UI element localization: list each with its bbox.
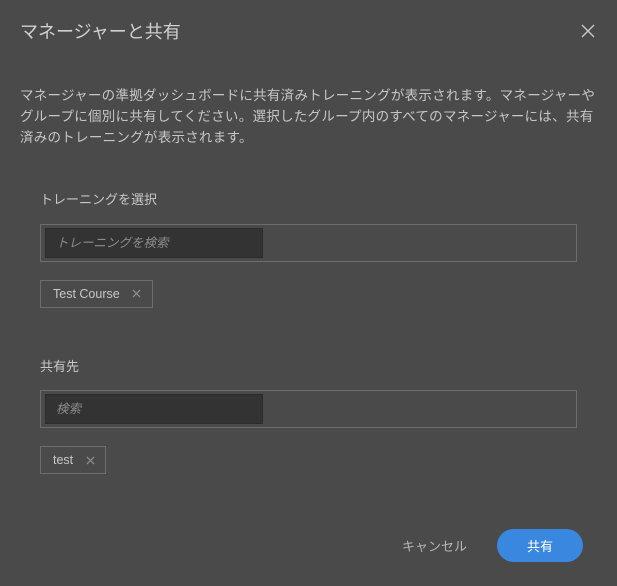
share-with-managers-dialog: マネージャーと共有 マネージャーの準拠ダッシュボードに共有済みトレーニングが表示…: [0, 0, 617, 586]
dialog-title: マネージャーと共有: [20, 18, 181, 44]
chip-label: test: [53, 453, 73, 467]
close-icon[interactable]: [579, 22, 597, 40]
remove-chip-icon[interactable]: [132, 289, 142, 299]
training-selected-chips: Test Course: [40, 280, 577, 308]
training-field-row: [40, 224, 577, 262]
share-with-chip[interactable]: test: [40, 446, 106, 474]
chip-label: Test Course: [53, 287, 120, 301]
share-button[interactable]: 共有: [497, 529, 583, 562]
training-search-input[interactable]: [45, 228, 263, 258]
training-section: トレーニングを選択 Test Course: [20, 191, 597, 308]
share-with-selected-chips: test: [40, 446, 577, 474]
training-chip[interactable]: Test Course: [40, 280, 153, 308]
cancel-button[interactable]: キャンセル: [398, 530, 471, 561]
remove-chip-icon[interactable]: [85, 455, 95, 465]
share-with-section: 共有先 test: [20, 358, 597, 475]
training-label: トレーニングを選択: [40, 191, 160, 210]
dialog-header: マネージャーと共有: [20, 18, 597, 54]
share-with-field-row: [40, 390, 577, 428]
share-with-search-input[interactable]: [45, 394, 263, 424]
dialog-description: マネージャーの準拠ダッシュボードに共有済みトレーニングが表示されます。マネージャ…: [20, 86, 597, 149]
share-with-label: 共有先: [40, 358, 577, 377]
dialog-footer: キャンセル 共有: [398, 529, 583, 562]
